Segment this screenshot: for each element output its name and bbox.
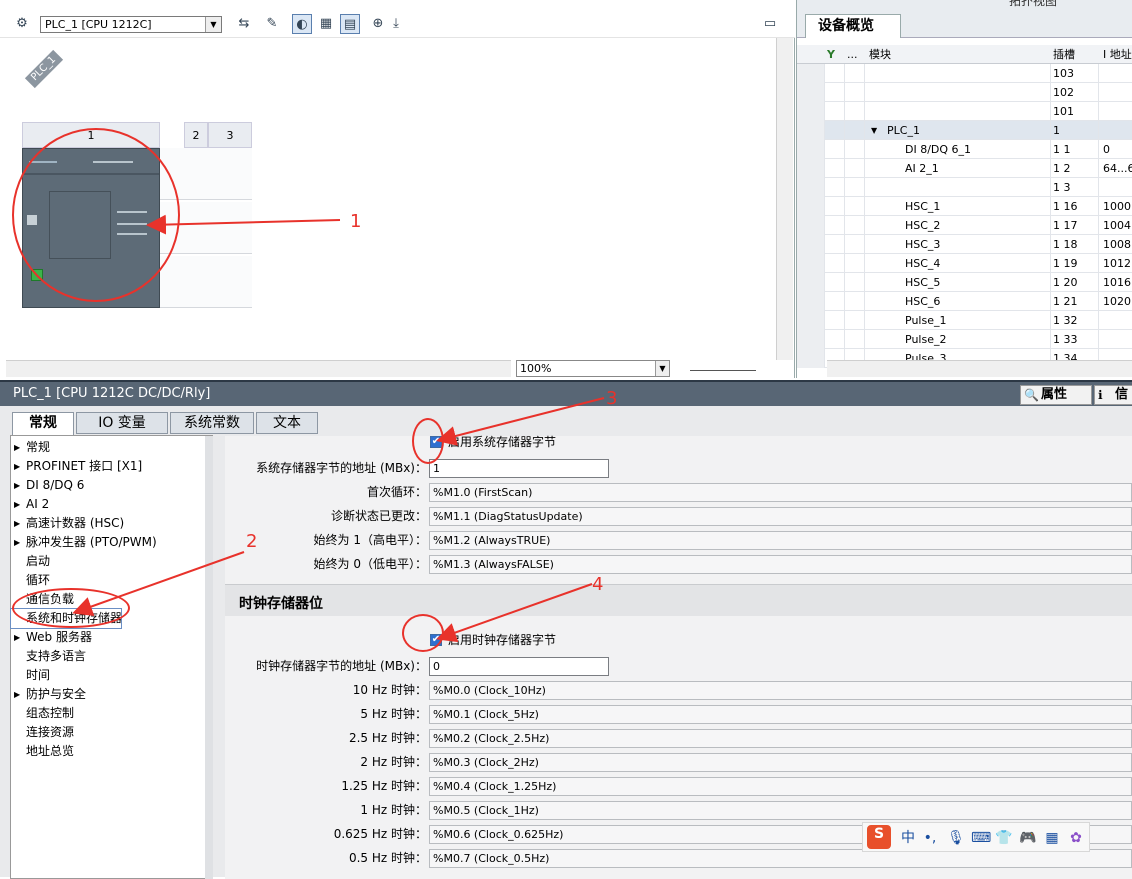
skin-icon[interactable]: 👕 — [995, 829, 1013, 847]
settings-icon[interactable]: ✿ — [1067, 829, 1085, 847]
sogou-logo-icon[interactable]: S — [867, 825, 891, 849]
punctuation-icon[interactable]: •, — [921, 829, 939, 847]
annotation-arrow-4 — [436, 583, 593, 643]
game-icon[interactable]: 🎮 — [1019, 829, 1037, 847]
annotation-arrow-1 — [146, 214, 341, 235]
ime-toolbar: S 中 •, 🎙 ⌨ 👕 🎮 ▦ ✿ — [862, 822, 1090, 852]
microphone-icon[interactable]: 🎙 — [947, 829, 965, 847]
annotation-arrow-3 — [436, 397, 605, 446]
annotation-arrow-2 — [72, 551, 245, 617]
keyboard-icon[interactable]: ⌨ — [971, 829, 991, 847]
apps-icon[interactable]: ▦ — [1043, 829, 1061, 847]
ime-chinese-mode[interactable]: 中 — [899, 829, 917, 847]
annotation-arrows — [72, 214, 605, 643]
